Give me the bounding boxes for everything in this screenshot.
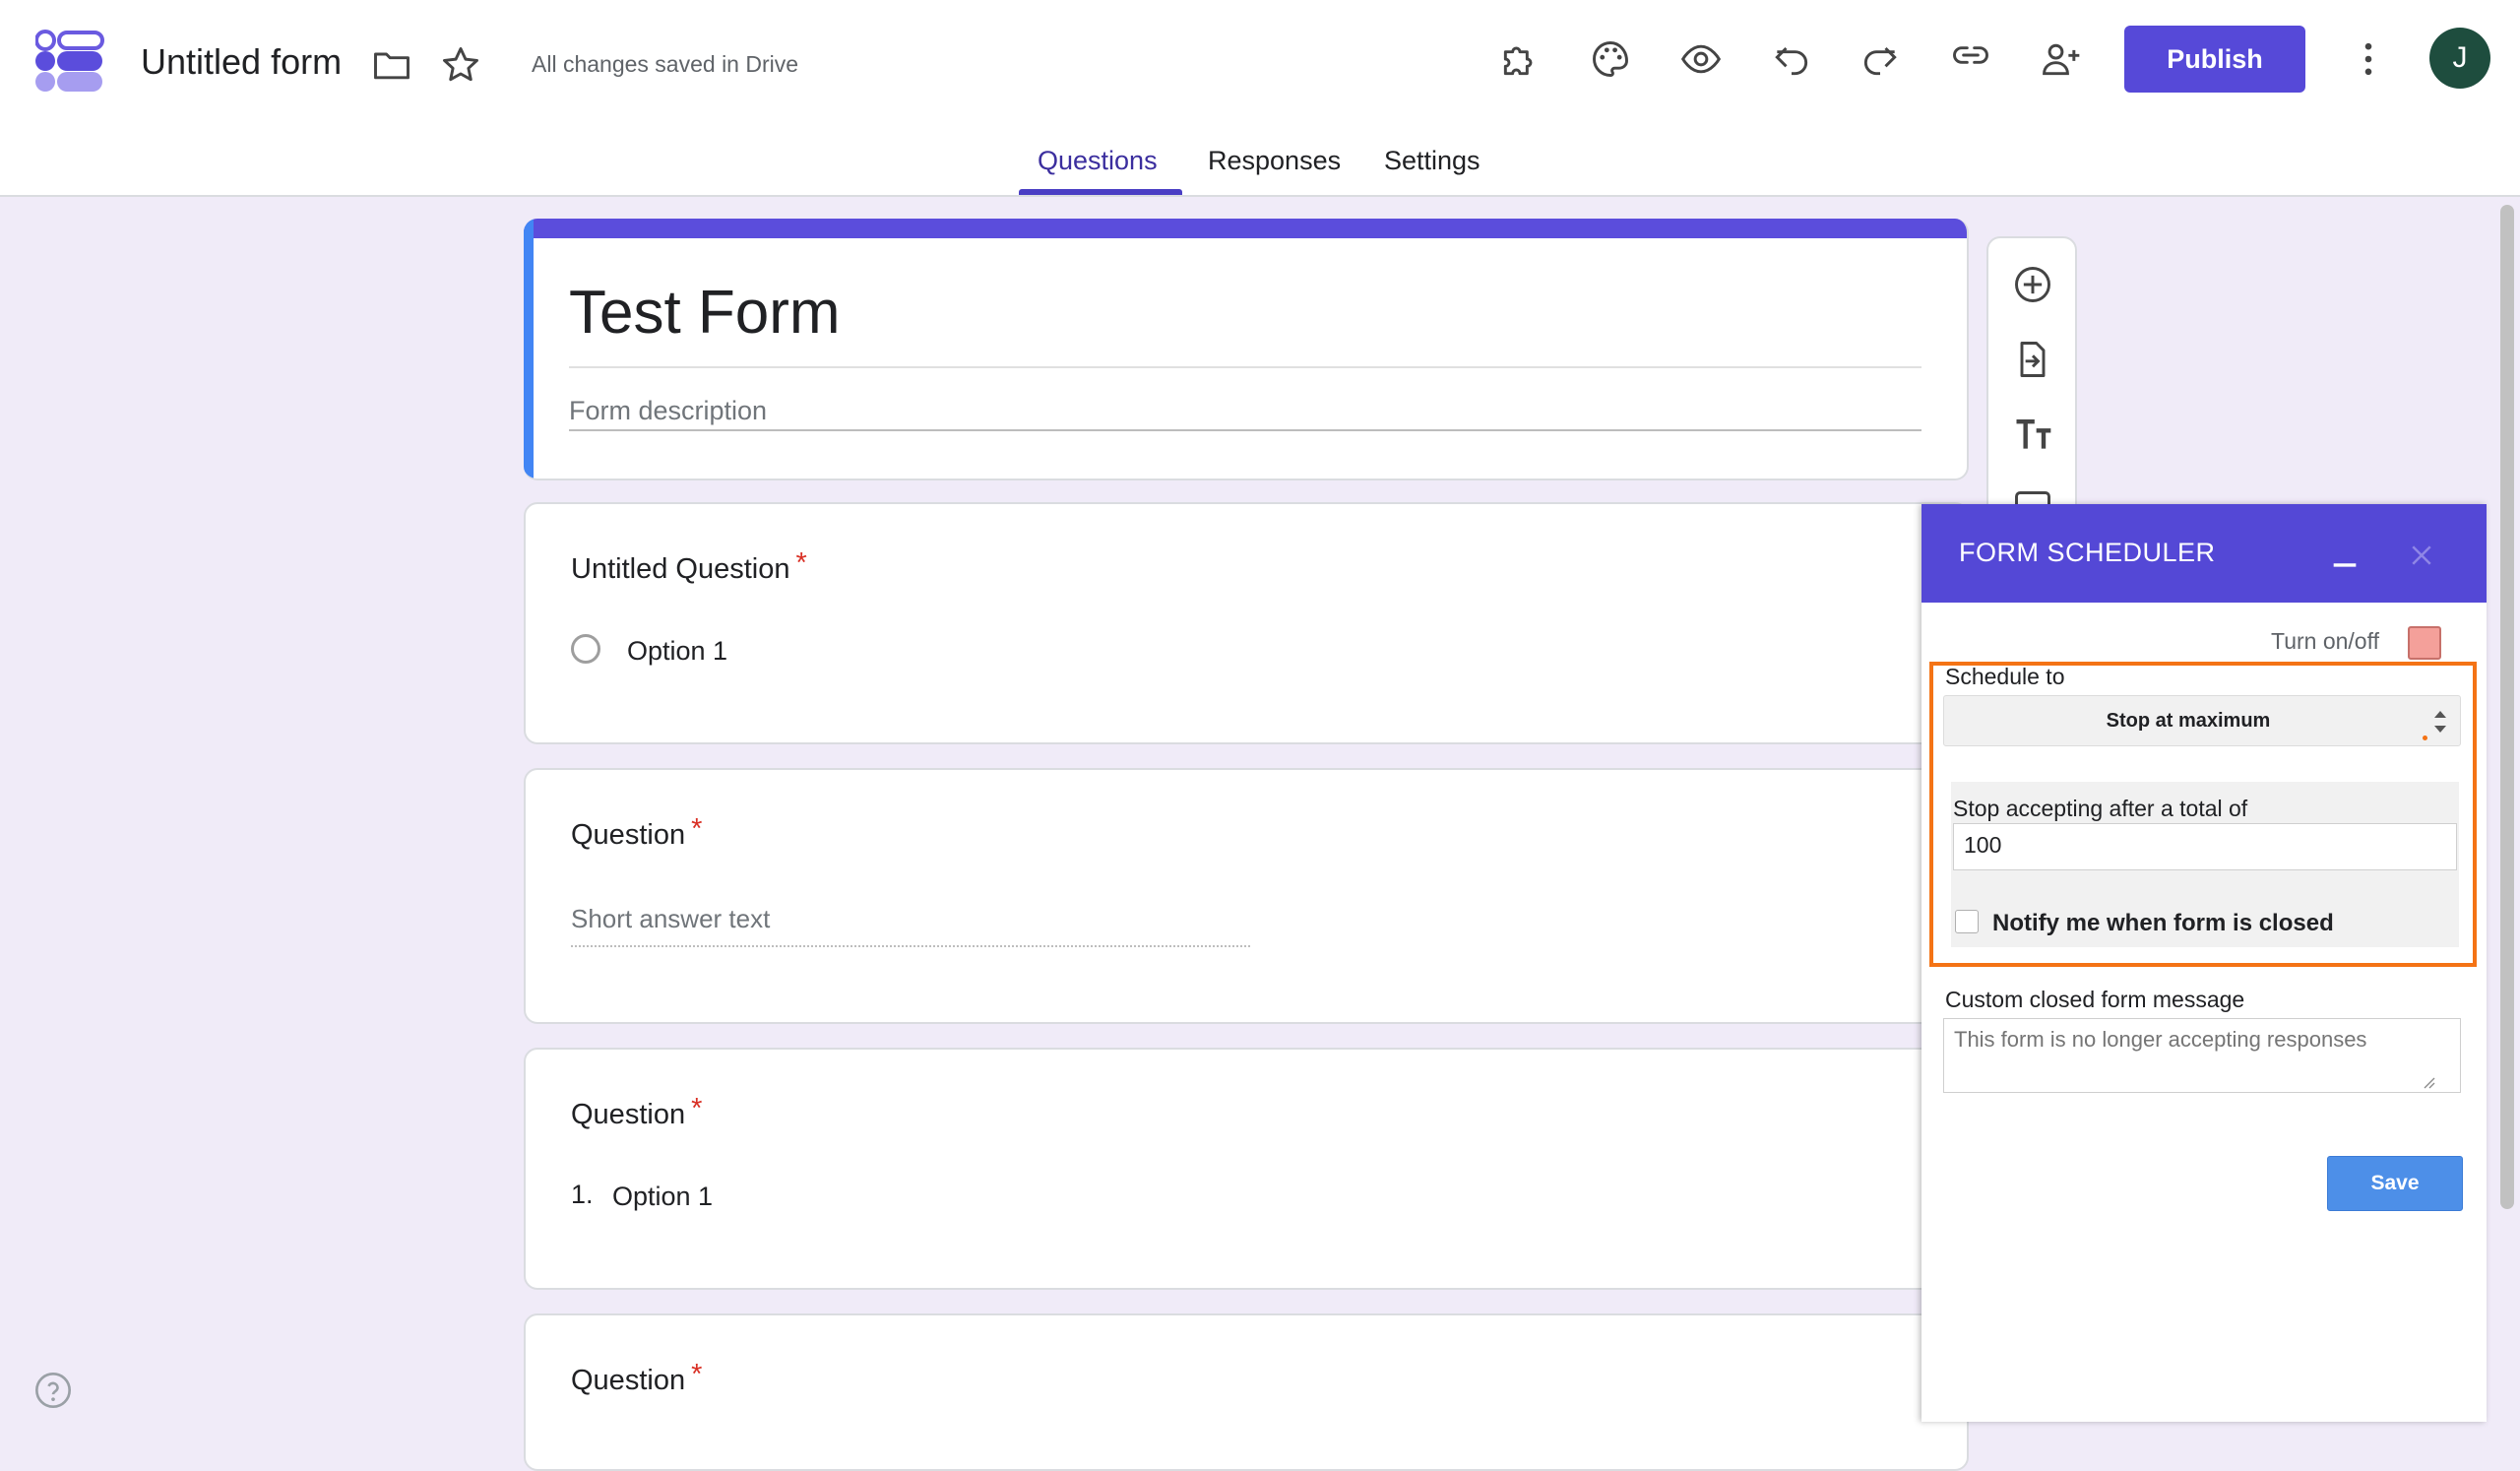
save-status: All changes saved in Drive — [532, 51, 799, 77]
required-asterisk: * — [691, 813, 703, 845]
publish-button[interactable]: Publish — [2124, 26, 2305, 93]
page-scrollbar[interactable] — [2500, 205, 2514, 1209]
undo-icon[interactable] — [1766, 33, 1817, 85]
scheduler-header: FORM SCHEDULER — [1922, 504, 2487, 603]
top-app-bar: Untitled form All changes saved in Drive… — [0, 0, 2520, 197]
star-icon[interactable] — [435, 39, 486, 91]
focus-indicator-bar — [524, 219, 534, 479]
custom-message-label: Custom closed form message — [1945, 987, 2245, 1012]
radio-button[interactable] — [571, 634, 600, 664]
question-title[interactable]: Question * — [571, 1093, 702, 1131]
list-number: 1. — [571, 1180, 594, 1209]
question-card[interactable]: Question * Short answer text — [524, 768, 1969, 1024]
eye-icon[interactable] — [1675, 33, 1727, 85]
account-avatar[interactable]: J — [2429, 28, 2490, 89]
resize-handle-icon[interactable] — [2422, 1075, 2435, 1089]
add-title-icon[interactable] — [2010, 412, 2055, 457]
toggle-label: Turn on/off — [2271, 628, 2379, 654]
scheduler-title: FORM SCHEDULER — [1959, 538, 2216, 567]
close-icon[interactable] — [2392, 526, 2451, 585]
custom-message-textarea[interactable]: This form is no longer accepting respons… — [1943, 1018, 2461, 1093]
help-icon[interactable] — [33, 1371, 73, 1410]
highlight-annotation — [1929, 662, 2477, 967]
form-scheduler-panel: FORM SCHEDULER Turn on/off Schedule to S… — [1922, 504, 2487, 1422]
question-title[interactable]: Question * — [571, 813, 702, 852]
form-side-toolbar — [1986, 236, 2077, 532]
title-underline — [569, 366, 1922, 368]
required-asterisk: * — [691, 1093, 703, 1124]
redo-icon[interactable] — [1855, 33, 1906, 85]
palette-icon[interactable] — [1585, 33, 1636, 85]
question-card[interactable]: Untitled Question * Option 1 — [524, 502, 1969, 744]
tab-questions[interactable]: Questions — [1038, 146, 1158, 176]
form-description-input[interactable]: Form description — [569, 396, 767, 426]
required-asterisk: * — [795, 547, 807, 579]
form-title-card[interactable]: Test Form Form description — [524, 219, 1969, 480]
option-label[interactable]: Option 1 — [612, 1182, 713, 1212]
forms-logo-icon[interactable] — [35, 30, 104, 93]
add-question-icon[interactable] — [2010, 262, 2055, 307]
short-answer-placeholder: Short answer text — [571, 904, 771, 933]
folder-icon[interactable] — [366, 39, 417, 91]
short-answer-underline — [571, 945, 1250, 947]
minimize-icon[interactable] — [2315, 526, 2374, 585]
more-vertical-icon[interactable] — [2343, 33, 2394, 85]
active-tab-indicator — [1019, 189, 1182, 195]
tab-responses[interactable]: Responses — [1208, 146, 1341, 176]
form-title[interactable]: Test Form — [569, 278, 841, 348]
tab-settings[interactable]: Settings — [1384, 146, 1480, 176]
question-title[interactable]: Untitled Question * — [571, 547, 807, 586]
required-asterisk: * — [691, 1359, 703, 1390]
option-label[interactable]: Option 1 — [627, 636, 727, 667]
person-add-icon[interactable] — [2036, 33, 2087, 85]
description-underline — [569, 429, 1922, 431]
question-card[interactable]: Question * — [524, 1313, 1969, 1471]
title-card-accent-bar — [524, 219, 1967, 238]
scheduler-toggle[interactable] — [2408, 626, 2441, 660]
puzzle-icon[interactable] — [1494, 33, 1545, 85]
import-questions-icon[interactable] — [2010, 337, 2055, 382]
link-icon[interactable] — [1945, 30, 1996, 81]
document-title[interactable]: Untitled form — [141, 41, 342, 83]
question-card[interactable]: Question * 1. Option 1 — [524, 1048, 1969, 1290]
question-title[interactable]: Question * — [571, 1359, 702, 1397]
save-button[interactable]: Save — [2327, 1156, 2463, 1211]
